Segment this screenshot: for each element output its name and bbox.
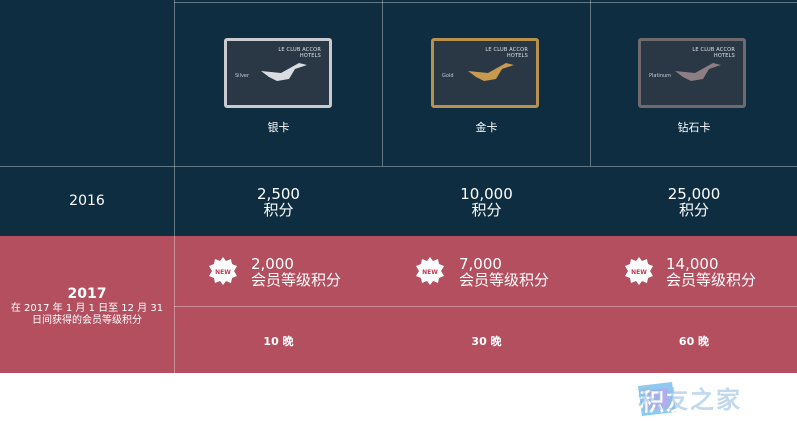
new-badge-icon: NEW [625,257,653,285]
silver-card-image: LE CLUB ACCOR HOTELS Silver [224,38,332,108]
tier-column-gold: LE CLUB ACCOR HOTELS Gold 金卡 [383,0,590,166]
points-amount: 2,500 [257,185,300,203]
points-amount: 2,000 [251,255,294,273]
membership-tier-table: LE CLUB ACCOR HOTELS Silver 银卡 LE CLUB AC… [0,0,797,373]
points-unit: 会员等级积分 [459,271,550,289]
nights-silver: 10 晚 [263,335,294,348]
card-tier-name: Silver [235,73,250,79]
card-tier-name: Gold [442,73,454,79]
new-badge-icon: NEW [416,257,444,285]
divider [0,166,797,167]
points-unit: 会员等级积分 [666,271,757,289]
nights-platinum: 60 晚 [678,335,710,348]
year-2017-label: 2017 [67,286,107,302]
tier-column-silver: LE CLUB ACCOR HOTELS Silver 银卡 [175,0,382,166]
points-unit: 会员等级积分 [251,271,342,289]
svg-text:NEW: NEW [631,269,647,276]
year-2016-label: 2016 [69,193,105,209]
points-2016-gold: 10,000 积分 [383,186,590,218]
points-amount: 25,000 [667,185,721,203]
bird-logo-icon [675,63,721,81]
points-amount: 14,000 [666,255,719,273]
tier-label: 钻石卡 [677,121,711,134]
tier-label: 金卡 [475,121,498,134]
points-amount: 10,000 [460,185,513,203]
card-tier-name: Platinum [649,73,672,79]
year-2017-note: 在 2017 年 1 月 1 日至 12 月 31 日间获得的会员等级积分 [0,303,174,327]
tier-column-platinum: LE CLUB ACCOR HOTELS Platinum 钻石卡 [591,0,797,166]
points-unit: 积分 [263,201,294,219]
points-unit: 积分 [678,201,709,219]
note-line: 日间获得的会员等级积分 [32,315,142,326]
watermark-text-shadow: 积友之家 [638,386,742,414]
divider [174,306,797,307]
points-2016-silver: 2,500 积分 [175,186,382,218]
points-2016-platinum: 25,000 积分 [591,186,797,218]
gold-card-image: LE CLUB ACCOR HOTELS Gold [431,38,539,108]
points-amount: 7,000 [459,255,502,273]
note-line: 在 2017 年 1 月 1 日至 12 月 31 [10,303,164,314]
svg-text:NEW: NEW [422,269,438,276]
svg-text:NEW: NEW [215,269,231,276]
watermark-logo: 积友之家 积友之家 [634,378,794,418]
platinum-card-image: LE CLUB ACCOR HOTELS Platinum [638,38,746,108]
points-unit: 积分 [471,201,502,219]
tier-label: 银卡 [267,121,290,134]
nights-gold: 30 晚 [471,335,502,348]
new-badge-icon: NEW [209,257,237,285]
bird-logo-icon [261,63,307,81]
bird-logo-icon [468,63,514,81]
